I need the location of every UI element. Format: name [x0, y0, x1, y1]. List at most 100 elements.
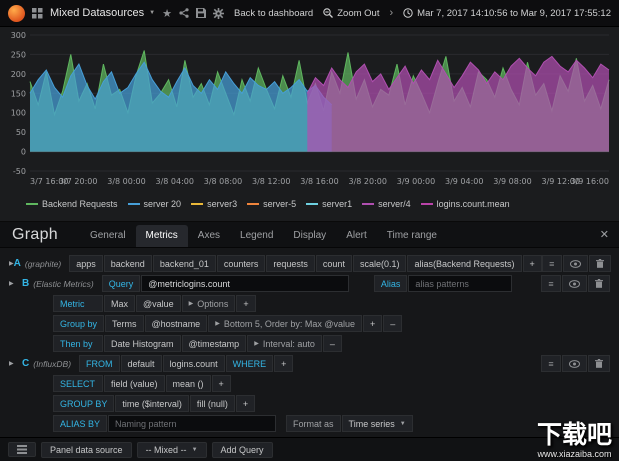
query-menu-icon[interactable]: ≡ [541, 275, 561, 292]
query-visibility-icon[interactable] [562, 255, 588, 272]
legend-label: server3 [207, 199, 238, 209]
tab-general[interactable]: General [80, 225, 136, 247]
query-visibility-icon[interactable] [562, 355, 587, 372]
svg-text:3/8 12:00: 3/8 12:00 [252, 177, 290, 186]
groupby-fill-part[interactable]: fill (null) [189, 395, 235, 412]
query-ref-id[interactable]: C [22, 355, 29, 372]
navbar-right-controls: Back to dashboard Zoom Out › Mar 7, 2017… [234, 7, 611, 19]
add-groupby-part-button[interactable]: + [235, 395, 256, 412]
tab-time-range[interactable]: Time range [377, 225, 447, 247]
series-color-dash [191, 203, 204, 205]
graphite-segment[interactable]: backend_01 [152, 255, 216, 272]
groupby-field-select[interactable]: @hostname [144, 315, 208, 332]
add-condition-button[interactable]: + [274, 355, 294, 372]
add-function-button[interactable]: + [522, 255, 542, 272]
chevron-down-icon: ▼ [399, 420, 406, 427]
groupby-time-part[interactable]: time ($interval) [115, 395, 189, 412]
groupby-keyword: Group by [53, 315, 105, 332]
timeseries-chart[interactable]: 300250200150100500-503/7 16:003/7 20:00 3… [0, 29, 619, 193]
influx-aliasby-row: ALIAS BY Format as Time series ▼ [9, 415, 610, 432]
query-row-b: ▶ B (Elastic Metrics) Query Alias ≡ [9, 275, 610, 292]
caret-right-icon: ▶ [254, 341, 259, 347]
legend-item[interactable]: server-5 [247, 199, 296, 209]
query-ref-id[interactable]: A [14, 255, 21, 272]
grafana-logo-icon[interactable] [8, 4, 25, 22]
remove-groupby-button[interactable]: – [383, 315, 403, 332]
legend-item[interactable]: server/4 [362, 199, 411, 209]
legend-item[interactable]: server 20 [127, 199, 181, 209]
back-to-dashboard-link[interactable]: Back to dashboard [234, 8, 313, 19]
aliasby-input[interactable] [108, 415, 277, 432]
select-func-part[interactable]: mean () [165, 375, 211, 392]
star-icon[interactable]: ★ [162, 7, 172, 20]
thenby-field-select[interactable]: @timestamp [181, 335, 247, 352]
thenby-type-select[interactable]: Date Histogram [104, 335, 181, 352]
save-icon[interactable] [195, 8, 206, 18]
dashboard-title-dropdown[interactable]: Mixed Datasources ▼ [50, 7, 155, 19]
time-picker-button[interactable]: Mar 7, 2017 14:10:56 to Mar 9, 2017 17:5… [403, 8, 611, 19]
query-trash-icon[interactable] [588, 355, 610, 372]
tab-display[interactable]: Display [283, 225, 336, 247]
query-trash-icon[interactable] [588, 275, 610, 292]
add-query-label: Add Query [220, 444, 264, 455]
graphite-segment[interactable]: counters [216, 255, 266, 272]
query-visibility-icon[interactable] [562, 275, 587, 292]
tab-alert[interactable]: Alert [336, 225, 377, 247]
legend-label: server/4 [378, 199, 411, 209]
graph-panel: 300 250 200 150 100 50 0 -50 3/7 16:00 3/7 20:00 3… [0, 27, 619, 222]
remove-thenby-button[interactable]: – [322, 335, 342, 352]
panel-data-source-button[interactable]: Panel data source [41, 441, 132, 458]
chart-legend: Backend Requests server 20 server3 serve… [0, 198, 619, 209]
retention-policy-select[interactable]: default [120, 355, 162, 372]
metric-agg-select[interactable]: Max [104, 295, 136, 312]
collapse-caret-icon[interactable]: ▶ [9, 275, 22, 292]
metric-options-toggle[interactable]: ▶ Options [181, 295, 236, 312]
data-source-select[interactable]: -- Mixed -- ▼ [136, 441, 207, 458]
influx-groupby-keyword: GROUP BY [53, 395, 115, 412]
collapse-caret-icon[interactable]: ▶ [9, 355, 22, 372]
panel-help-icon-button[interactable] [8, 442, 36, 457]
elastic-thenby-row: Then by Date Histogram @timestamp ▶ Inter… [9, 335, 610, 352]
graphite-segment[interactable]: backend [103, 255, 152, 272]
share-icon[interactable] [179, 8, 189, 18]
elastic-alias-input[interactable] [408, 275, 513, 292]
graphite-function[interactable]: alias(Backend Requests) [407, 255, 522, 272]
select-field-part[interactable]: field (value) [104, 375, 165, 392]
query-ref-id[interactable]: B [22, 275, 29, 292]
tab-legend[interactable]: Legend [230, 225, 283, 247]
query-menu-icon[interactable]: ≡ [541, 355, 561, 372]
groupby-options-toggle[interactable]: ▶ Bottom 5, Order by: Max @value [208, 315, 363, 332]
add-query-button[interactable]: Add Query [211, 441, 273, 458]
tab-axes[interactable]: Axes [188, 225, 230, 247]
legend-label: server-5 [263, 199, 297, 209]
close-editor-icon[interactable]: ✕ [600, 228, 609, 241]
measurement-select[interactable]: logins.count [162, 355, 225, 372]
gear-icon[interactable] [212, 7, 224, 19]
metric-field-select[interactable]: @value [136, 295, 181, 312]
add-metric-button[interactable]: + [236, 295, 256, 312]
svg-text:0: 0 [21, 148, 26, 157]
add-groupby-button[interactable]: + [363, 315, 383, 332]
thenby-options-toggle[interactable]: ▶ Interval: auto [247, 335, 322, 352]
legend-label: Backend Requests [42, 199, 118, 209]
graphite-segment[interactable]: apps [69, 255, 103, 272]
format-as-select[interactable]: Time series ▼ [341, 415, 413, 432]
tab-metrics[interactable]: Metrics [135, 225, 188, 247]
legend-item[interactable]: logins.count.mean [420, 199, 510, 209]
add-select-part-button[interactable]: + [211, 375, 231, 392]
legend-item[interactable]: server3 [191, 199, 237, 209]
chevron-right-icon[interactable]: › [389, 7, 393, 19]
legend-item[interactable]: Backend Requests [26, 199, 118, 209]
graphite-segment[interactable]: requests [266, 255, 315, 272]
dashboard-grid-icon[interactable] [32, 7, 43, 19]
query-menu-icon[interactable]: ≡ [541, 255, 562, 272]
format-as-value: Time series [348, 418, 395, 429]
legend-item[interactable]: server1 [306, 199, 352, 209]
legend-label: logins.count.mean [436, 199, 510, 209]
graphite-segment[interactable]: count [315, 255, 352, 272]
elastic-query-input[interactable] [141, 275, 350, 292]
zoom-out-button[interactable]: Zoom Out [323, 8, 379, 19]
query-trash-icon[interactable] [588, 255, 611, 272]
graphite-function[interactable]: scale(0.1) [352, 255, 407, 272]
groupby-type-select[interactable]: Terms [105, 315, 144, 332]
